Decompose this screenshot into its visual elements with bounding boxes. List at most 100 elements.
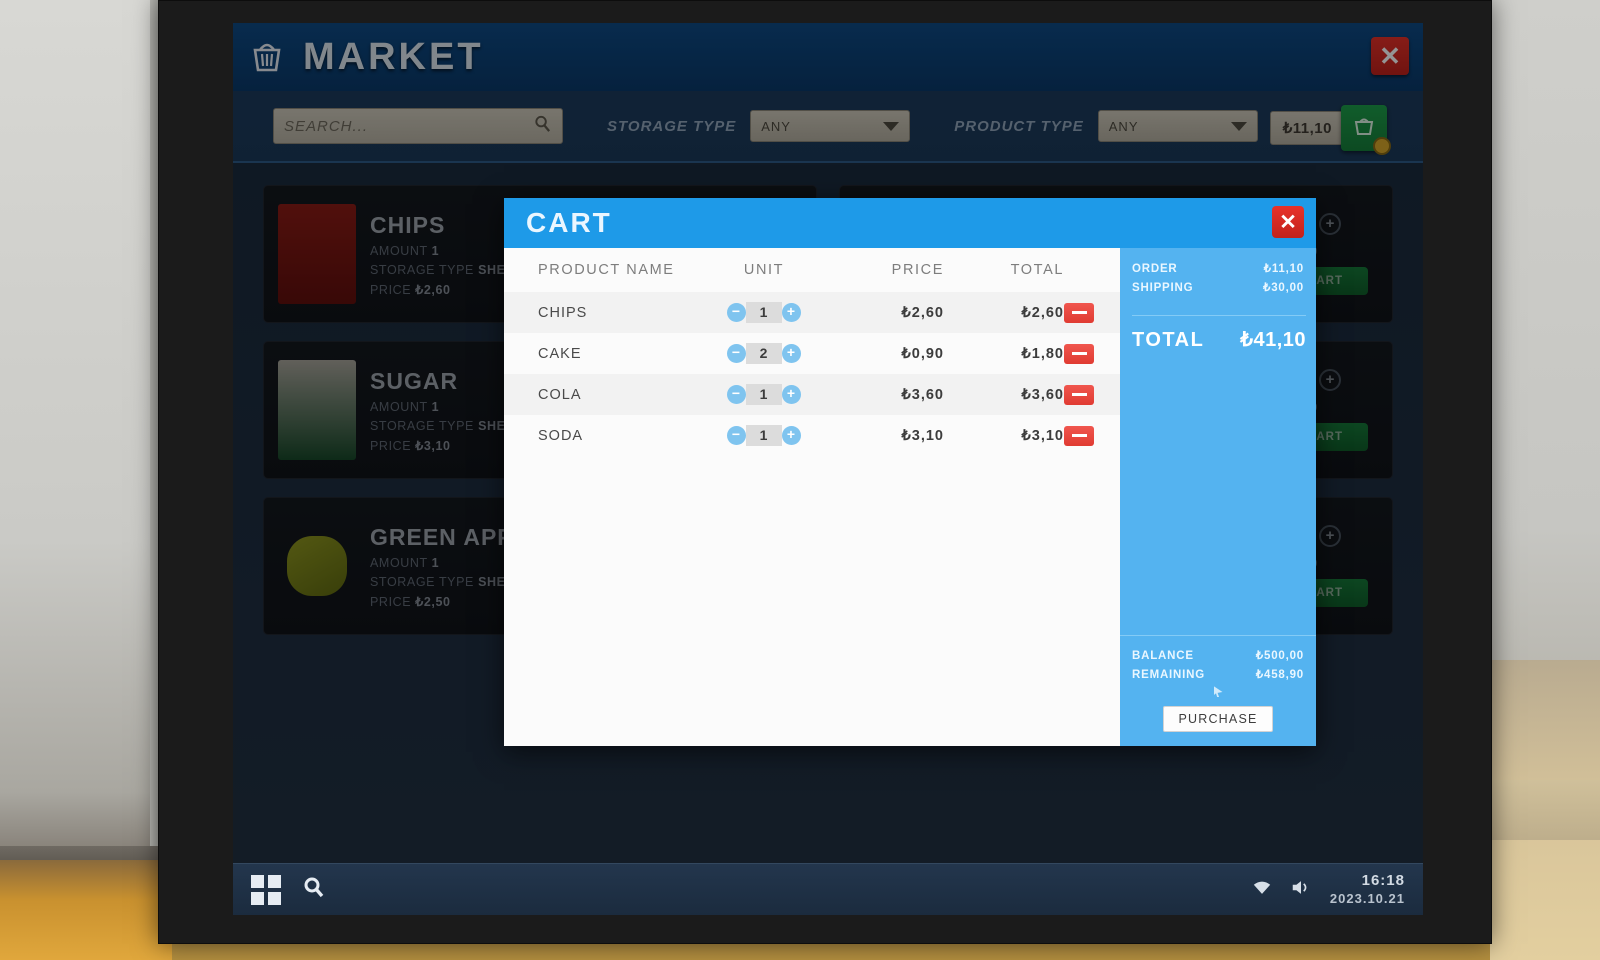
remove-icon[interactable] <box>1064 343 1094 364</box>
quantity-value: 1 <box>746 425 782 446</box>
cart-item-total: ₺1,80 <box>1021 345 1064 362</box>
table-row[interactable]: CHIPS − 1 + ₺2,60 ₺2,60 <box>504 292 1120 333</box>
summary-order-value: ₺11,10 <box>1263 263 1304 275</box>
increase-quantity-button[interactable]: + <box>1319 213 1341 235</box>
summary-shipping-value: ₺30,00 <box>1263 282 1304 294</box>
increase-quantity-button[interactable]: + <box>782 385 801 404</box>
cart-item-remove <box>1064 343 1120 364</box>
quantity-value: 2 <box>746 343 782 364</box>
cart-title: CART <box>526 207 612 238</box>
summary-remaining-value: ₺458,90 <box>1255 669 1304 681</box>
product-type-value: ANY <box>1108 118 1139 134</box>
column-total: TOTAL <box>1010 262 1064 278</box>
decrease-quantity-button[interactable]: − <box>727 426 746 445</box>
cart-item-price: ₺0,90 <box>901 345 944 362</box>
shopping-basket-icon <box>247 38 287 76</box>
table-row[interactable]: SODA − 1 + ₺3,10 ₺3,10 <box>504 415 1120 456</box>
increase-quantity-button[interactable]: + <box>1319 525 1341 547</box>
summary-total: TOTAL ₺41,10 <box>1132 315 1306 352</box>
summary-remaining-label: REMAINING <box>1132 669 1206 681</box>
cart-item-remove <box>1064 384 1120 405</box>
product-thumbnail <box>278 360 356 460</box>
summary-shipping-label: SHIPPING <box>1132 282 1194 294</box>
storage-type-value: ANY <box>761 118 791 134</box>
clock[interactable]: 16:18 2023.10.21 <box>1330 872 1405 908</box>
summary-total-label: TOTAL <box>1132 329 1205 351</box>
summary-remaining: REMAINING ₺458,90 <box>1132 667 1304 681</box>
monitor-screen: MARKET ✕ SEARCH... STORAGE TYPE ANY PROD… <box>233 23 1423 915</box>
column-product-name: PRODUCT NAME <box>538 262 675 278</box>
cart-item-total: ₺3,60 <box>1021 386 1064 403</box>
product-type-filter: PRODUCT TYPE ANY <box>954 110 1258 142</box>
start-grid-icon[interactable] <box>251 874 281 905</box>
quantity-value: 1 <box>746 384 782 405</box>
product-type-dropdown[interactable]: ANY <box>1097 110 1258 142</box>
product-thumbnail <box>278 204 356 304</box>
cart-icon <box>1354 118 1374 135</box>
storage-type-label: STORAGE TYPE <box>607 117 737 135</box>
wallet-area: ₺11,10 <box>1269 105 1391 155</box>
monitor-frame: MARKET ✕ SEARCH... STORAGE TYPE ANY PROD… <box>158 0 1492 944</box>
wallet-badge <box>1373 137 1391 155</box>
decrease-quantity-button[interactable]: − <box>727 303 746 322</box>
wallet-amount: ₺11,10 <box>1269 111 1345 145</box>
chevron-down-icon <box>883 121 900 131</box>
summary-order-label: ORDER <box>1132 263 1178 275</box>
remove-icon[interactable] <box>1064 425 1094 446</box>
search-input[interactable]: SEARCH... <box>273 108 563 144</box>
chevron-down-icon <box>1230 121 1247 131</box>
cart-item-unit: − 1 + <box>694 302 834 323</box>
cart-titlebar: CART ✕ <box>504 198 1316 248</box>
clock-date: 2023.10.21 <box>1329 890 1405 906</box>
product-thumbnail <box>278 516 356 616</box>
clock-time: 16:18 <box>1361 871 1405 889</box>
remove-icon[interactable] <box>1064 302 1094 323</box>
wifi-icon[interactable] <box>1252 879 1272 901</box>
cart-item-price: ₺2,60 <box>901 304 944 321</box>
cart-item-unit: − 2 + <box>694 343 834 364</box>
column-price: PRICE <box>891 262 944 278</box>
volume-icon[interactable] <box>1290 878 1312 902</box>
market-close-button[interactable]: ✕ <box>1371 37 1409 75</box>
market-titlebar: MARKET ✕ <box>233 23 1423 91</box>
right-floor-strip <box>1490 780 1600 840</box>
cart-table-header: PRODUCT NAME UNIT PRICE TOTAL <box>504 248 1120 292</box>
cart-item-total: ₺3,10 <box>1021 427 1064 444</box>
cart-item-total: ₺2,60 <box>1021 304 1064 321</box>
mouse-cursor <box>1213 686 1223 697</box>
market-toolbar: SEARCH... STORAGE TYPE ANY PRODUCT TYPE <box>233 91 1423 163</box>
cart-close-button[interactable]: ✕ <box>1272 206 1304 238</box>
search-icon <box>533 114 552 138</box>
cart-item-remove <box>1064 302 1120 323</box>
cart-item-name: CAKE <box>538 345 582 362</box>
left-floor <box>0 860 172 960</box>
cart-modal: CART ✕ PRODUCT NAME UNIT PRICE TOTAL CHI… <box>504 198 1316 746</box>
cart-item-unit: − 1 + <box>694 425 834 446</box>
decrease-quantity-button[interactable]: − <box>727 385 746 404</box>
summary-balance-label: BALANCE <box>1132 650 1194 662</box>
summary-balance: BALANCE ₺500,00 <box>1132 648 1304 662</box>
system-tray: 16:18 2023.10.21 <box>1252 872 1405 908</box>
search-icon[interactable] <box>303 876 325 903</box>
cart-item-name: CHIPS <box>538 304 588 321</box>
storage-type-dropdown[interactable]: ANY <box>750 110 911 142</box>
cart-item-price: ₺3,60 <box>901 386 944 403</box>
cart-summary-panel: ORDER ₺11,10 SHIPPING ₺30,00 TOTAL ₺41,1… <box>1120 248 1316 746</box>
quantity-value: 1 <box>746 302 782 323</box>
summary-shipping: SHIPPING ₺30,00 <box>1132 280 1304 294</box>
cart-item-price: ₺3,10 <box>901 427 944 444</box>
taskbar: 16:18 2023.10.21 <box>233 863 1423 915</box>
purchase-button[interactable]: PURCHASE <box>1163 706 1273 732</box>
table-row[interactable]: CAKE − 2 + ₺0,90 ₺1,80 <box>504 333 1120 374</box>
table-row[interactable]: COLA − 1 + ₺3,60 ₺3,60 <box>504 374 1120 415</box>
increase-quantity-button[interactable]: + <box>782 426 801 445</box>
increase-quantity-button[interactable]: + <box>782 303 801 322</box>
cart-body: PRODUCT NAME UNIT PRICE TOTAL CHIPS − 1 … <box>504 248 1316 746</box>
increase-quantity-button[interactable]: + <box>782 344 801 363</box>
open-cart-button[interactable] <box>1341 105 1391 155</box>
decrease-quantity-button[interactable]: − <box>727 344 746 363</box>
remove-icon[interactable] <box>1064 384 1094 405</box>
increase-quantity-button[interactable]: + <box>1319 369 1341 391</box>
cart-item-list: PRODUCT NAME UNIT PRICE TOTAL CHIPS − 1 … <box>504 248 1120 746</box>
storage-type-filter: STORAGE TYPE ANY <box>607 110 911 142</box>
